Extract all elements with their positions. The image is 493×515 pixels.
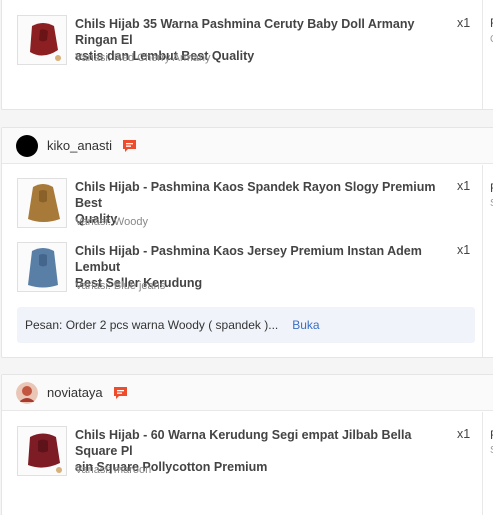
order-item[interactable]: Chils Hijab - Pashmina Kaos Spandek Rayo…: [17, 178, 477, 230]
title-line: Chils Hijab - Pashmina Kaos Jersey Premi…: [75, 244, 422, 274]
avatar[interactable]: [16, 134, 38, 157]
product-variant: Variasi: Woody: [75, 216, 148, 228]
buyer-header: noviataya: [2, 375, 493, 411]
chat-icon[interactable]: [122, 139, 137, 153]
product-variant: Variasi: Blue jeans: [75, 280, 166, 292]
title-line: Chils Hijab - 60 Warna Kerudung Segi emp…: [75, 428, 412, 458]
avatar[interactable]: [16, 381, 38, 404]
order-item[interactable]: Chils Hijab - Pashmina Kaos Jersey Premi…: [17, 242, 477, 294]
product-qty: x1: [457, 427, 471, 441]
column-divider: [482, 412, 483, 515]
product-variant: Variasi: Red Cherry Armany: [75, 52, 211, 64]
title-line: Chils Hijab - Pashmina Kaos Spandek Rayo…: [75, 180, 436, 210]
order-card: noviataya R S Chils Hijab - 60 Warna Ker…: [1, 374, 493, 515]
open-note-link[interactable]: Buka: [292, 318, 319, 332]
order-item[interactable]: Chils Hijab 35 Warna Pashmina Ceruty Bab…: [17, 15, 477, 67]
hijab-image: [18, 179, 66, 227]
column-divider: [482, 165, 483, 357]
buyer-header: kiko_anasti: [2, 128, 493, 164]
buyer-username[interactable]: kiko_anasti: [47, 138, 112, 153]
order-card: kiko_anasti R S Chils Hijab - Pashmina K…: [1, 127, 493, 358]
product-thumbnail[interactable]: [17, 15, 67, 65]
product-thumbnail[interactable]: [17, 426, 67, 476]
hijab-image: [18, 427, 66, 475]
order-item[interactable]: Chils Hijab - 60 Warna Kerudung Segi emp…: [17, 426, 477, 478]
buyer-note: Pesan: Order 2 pcs warna Woody ( spandek…: [17, 307, 475, 343]
product-qty: x1: [457, 179, 471, 193]
product-thumbnail[interactable]: [17, 178, 67, 228]
hijab-image: [18, 16, 66, 64]
title-line: Chils Hijab 35 Warna Pashmina Ceruty Bab…: [75, 17, 415, 47]
column-divider: [482, 0, 483, 109]
chat-icon[interactable]: [113, 386, 128, 400]
product-qty: x1: [457, 16, 471, 30]
note-text: Pesan: Order 2 pcs warna Woody ( spandek…: [25, 318, 279, 332]
hijab-image: [18, 243, 66, 291]
product-variant: Variasi: maroon: [75, 464, 152, 476]
product-thumbnail[interactable]: [17, 242, 67, 292]
product-qty: x1: [457, 243, 471, 257]
order-card: Chils Hijab 35 Warna Pashmina Ceruty Bab…: [1, 0, 493, 110]
buyer-username[interactable]: noviataya: [47, 385, 103, 400]
